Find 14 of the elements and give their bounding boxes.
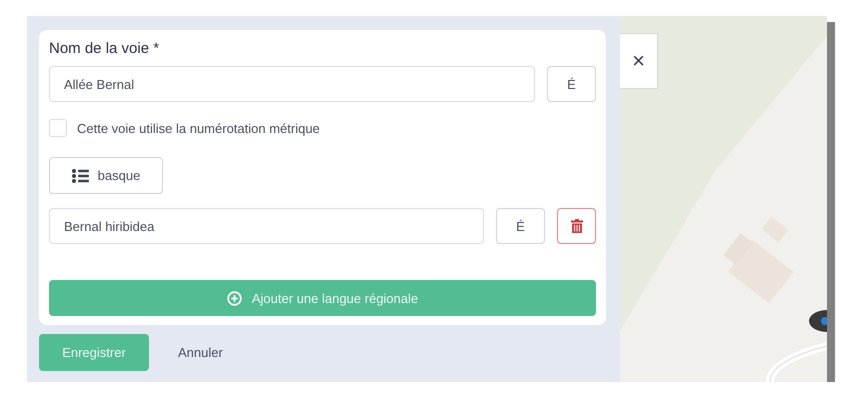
cancel-link[interactable]: Annuler [178, 345, 223, 360]
checkbox[interactable] [49, 119, 67, 137]
plus-circle-icon [226, 290, 242, 306]
language-button[interactable]: basque [49, 157, 163, 194]
field-label: Nom de la voie * [49, 40, 160, 57]
list-icon [72, 168, 89, 182]
accent-button[interactable]: É [547, 66, 596, 102]
close-button[interactable]: × [620, 33, 658, 89]
regional-name-field[interactable]: Bernal hiribidea [49, 208, 484, 244]
delete-button[interactable] [557, 208, 596, 244]
trash-icon [570, 219, 582, 233]
street-name-field[interactable]: Allée Bernal [49, 66, 535, 102]
accent-button[interactable]: É [496, 208, 545, 244]
checkbox-label: Cette voie utilise la numérotation métrique [77, 120, 320, 136]
